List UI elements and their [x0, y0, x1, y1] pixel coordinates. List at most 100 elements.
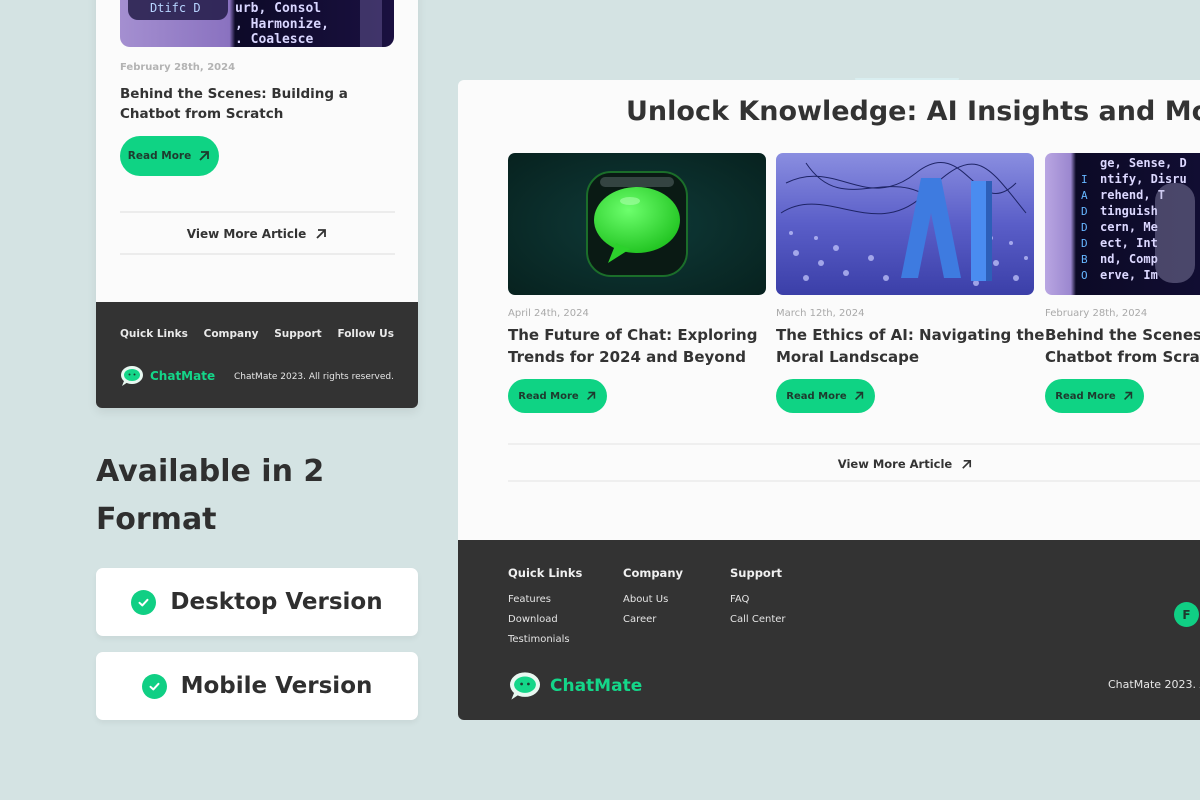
svg-text:D: D: [1081, 237, 1088, 250]
footer-link-career[interactable]: Career: [623, 610, 683, 630]
svg-text:ect, Int: ect, Int: [1100, 236, 1158, 250]
footer-column-company: Company About Us Career: [623, 566, 683, 630]
svg-text:D: D: [1081, 205, 1088, 218]
svg-text:D: D: [1081, 221, 1088, 234]
article-title-line: Chatbot from Scratch: [1045, 348, 1200, 366]
footer-column-support: Support FAQ Call Center: [730, 566, 786, 630]
copyright-text: ChatMate 2023. All rights reserved.: [234, 372, 394, 382]
section-heading: Unlock Knowledge: AI Insights and More: [626, 96, 1200, 127]
svg-text:erve, Im: erve, Im: [1100, 268, 1158, 282]
svg-text:cern, Me: cern, Me: [1100, 220, 1158, 234]
brand-logo[interactable]: ChatMate: [508, 671, 642, 701]
arrow-up-right-icon: [854, 391, 863, 400]
footer-link-quick-links[interactable]: Quick Links: [120, 328, 188, 340]
footer-column-heading: Quick Links: [508, 566, 583, 580]
article-image-chat-bubble[interactable]: [508, 153, 766, 295]
svg-text:ge, Sense, D: ge, Sense, D: [1100, 156, 1187, 170]
mobile-version-label: Mobile Version: [180, 673, 373, 699]
svg-text:tinguish: tinguish: [1100, 204, 1158, 218]
svg-text:nd, Comp: nd, Comp: [1100, 252, 1158, 266]
svg-text:A: A: [1081, 189, 1088, 202]
brand-logo[interactable]: ChatMate: [120, 365, 215, 387]
article-image-code: urb, Consol , Harmonize, . Coalesce Dtif…: [120, 0, 394, 47]
footer-link-company[interactable]: Company: [204, 328, 259, 340]
desktop-footer: Quick Links Features Download Testimonia…: [458, 540, 1200, 720]
read-more-label: Read More: [1055, 390, 1116, 402]
svg-text:Dtifc D: Dtifc D: [150, 1, 201, 15]
arrow-up-right-icon: [1123, 391, 1132, 400]
footer-link-download[interactable]: Download: [508, 610, 582, 630]
arrow-up-right-icon: [199, 151, 210, 161]
divider: [120, 211, 395, 213]
read-more-label: Read More: [518, 390, 579, 402]
read-more-button[interactable]: Read More: [120, 136, 219, 176]
arrow-up-right-icon: [316, 229, 327, 239]
mobile-version-option: Mobile Version: [96, 652, 418, 720]
arrow-up-right-icon: [586, 391, 595, 400]
article-title-line: The Future of Chat: Exploring: [508, 326, 758, 344]
read-more-label: Read More: [127, 150, 192, 162]
article-card: ge, Sense, D ntify, Disru rehend, T ting…: [1045, 153, 1200, 413]
article-title-line: Moral Landscape: [776, 348, 920, 366]
view-more-article-link[interactable]: View More Article: [120, 214, 395, 254]
arrow-up-right-icon: [962, 459, 972, 469]
footer-link-testimonials[interactable]: Testimonials: [508, 630, 582, 650]
article-date: February 28th, 2024: [1045, 308, 1148, 319]
footer-link-faq[interactable]: FAQ: [730, 590, 786, 610]
desktop-version-label: Desktop Version: [170, 589, 383, 615]
brand-name: ChatMate: [550, 676, 643, 696]
article-image-code[interactable]: ge, Sense, D ntify, Disru rehend, T ting…: [1045, 153, 1200, 295]
svg-text:B: B: [1081, 253, 1088, 266]
view-more-label: View More Article: [837, 457, 953, 471]
footer-column-quick-links: Quick Links Features Download Testimonia…: [508, 566, 582, 650]
article-title-line: The Ethics of AI: Navigating the: [776, 326, 1045, 344]
article-date: February 28th, 2024: [120, 62, 236, 73]
divider: [508, 480, 1200, 482]
svg-text:I: I: [1081, 173, 1088, 186]
svg-text:urb, Consol: urb, Consol: [235, 1, 321, 16]
footer-link-call-center[interactable]: Call Center: [730, 610, 786, 630]
check-circle-icon: [141, 673, 167, 699]
desktop-preview: Unlock Knowledge: AI Insights and More A…: [458, 80, 1200, 720]
mobile-footer: Quick Links Company Support Follow Us Ch…: [96, 302, 418, 408]
divider: [508, 443, 1200, 445]
brand-name: ChatMate: [150, 369, 216, 383]
article-title[interactable]: The Future of Chat: Exploring Trends for…: [508, 324, 766, 368]
article-card: April 24th, 2024 The Future of Chat: Exp…: [508, 153, 766, 413]
footer-column-heading: Support: [730, 566, 783, 580]
copyright-text: ChatMate 2023. All rights reserved.: [1108, 678, 1200, 691]
footer-links: Quick Links Company Support Follow Us: [120, 328, 394, 340]
footer-link-about-us[interactable]: About Us: [623, 590, 683, 610]
view-more-article-link[interactable]: View More Article: [508, 446, 1200, 482]
facebook-icon[interactable]: F: [1174, 602, 1199, 627]
read-more-button[interactable]: Read More: [508, 379, 607, 413]
svg-text:O: O: [1081, 269, 1088, 282]
mobile-preview: urb, Consol , Harmonize, . Coalesce Dtif…: [96, 0, 418, 408]
formats-heading: Available in 2 Format: [96, 454, 325, 537]
svg-text:. Coalesce: . Coalesce: [235, 32, 313, 47]
chatbot-logo-icon: [510, 672, 540, 700]
read-more-button[interactable]: Read More: [776, 379, 875, 413]
article-title-line: Behind the Scenes: Building a: [1045, 326, 1200, 344]
article-image-ai-letters[interactable]: [776, 153, 1034, 295]
article-date: April 24th, 2024: [508, 308, 589, 319]
check-circle-icon: [131, 589, 157, 615]
article-title-line: Trends for 2024 and Beyond: [508, 348, 747, 366]
footer-link-features[interactable]: Features: [508, 590, 582, 610]
chatbot-logo-icon: [121, 366, 143, 386]
footer-link-follow-us[interactable]: Follow Us: [337, 328, 394, 340]
article-title[interactable]: Behind the Scenes: Building a Chatbot fr…: [1045, 324, 1200, 368]
svg-text:, Harmonize,: , Harmonize,: [235, 17, 329, 32]
article-date: March 12th, 2024: [776, 308, 865, 319]
view-more-label: View More Article: [186, 227, 307, 241]
article-title[interactable]: Behind the Scenes: Building a Chatbot fr…: [120, 84, 400, 124]
footer-column-heading: Company: [623, 566, 683, 580]
article-card: March 12th, 2024 The Ethics of AI: Navig…: [776, 153, 1045, 413]
social-letter: F: [1182, 607, 1191, 622]
read-more-label: Read More: [786, 390, 847, 402]
read-more-button[interactable]: Read More: [1045, 379, 1144, 413]
footer-link-support[interactable]: Support: [274, 328, 321, 340]
desktop-version-option: Desktop Version: [96, 568, 418, 636]
article-title[interactable]: The Ethics of AI: Navigating the Moral L…: [776, 324, 1045, 368]
divider: [120, 253, 395, 255]
